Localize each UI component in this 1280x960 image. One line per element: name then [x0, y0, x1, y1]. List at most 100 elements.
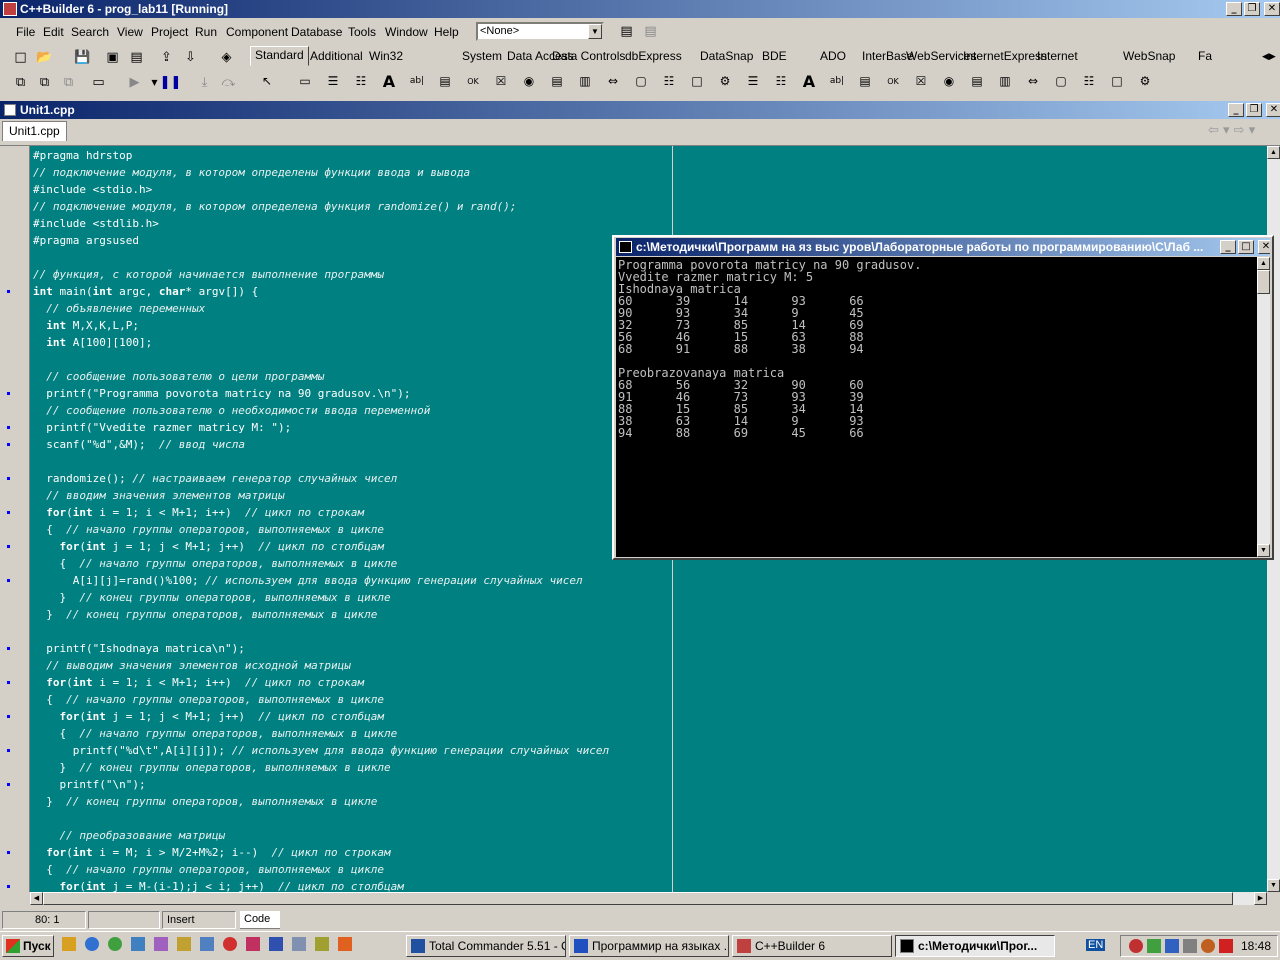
executable-line-marker[interactable] [7, 681, 10, 684]
trace-into-icon[interactable]: ⤓ [194, 72, 215, 92]
editor-restore-button[interactable]: ❐ [1246, 103, 1262, 117]
executable-line-marker[interactable] [7, 477, 10, 480]
memo-icon-2[interactable]: ▤ [854, 70, 876, 92]
popup-menu-icon[interactable]: ☷ [350, 70, 372, 92]
close-button[interactable]: ✕ [1264, 2, 1280, 16]
quicklaunch-icon-13[interactable] [338, 937, 352, 951]
save-desktop-icon[interactable]: ▤ [616, 21, 637, 41]
console-title-bar[interactable]: c:\Методички\Программ на яз выс уров\Лаб… [616, 238, 1270, 256]
tray-icon-1[interactable] [1129, 939, 1143, 953]
radiogroup-icon-2[interactable]: ☷ [1078, 70, 1100, 92]
executable-line-marker[interactable] [7, 443, 10, 446]
listbox-icon-2[interactable]: ▤ [966, 70, 988, 92]
menu-edit[interactable]: Edit [43, 25, 64, 39]
quicklaunch-icon-12[interactable] [315, 937, 329, 951]
tab-dbexpress[interactable]: dbExpress [625, 48, 682, 64]
executable-line-marker[interactable] [7, 647, 10, 650]
checkbox-icon-2[interactable]: ☒ [910, 70, 932, 92]
popup-menu-icon-2[interactable]: ☷ [770, 70, 792, 92]
label-icon[interactable]: A [378, 70, 400, 92]
tab-code[interactable]: Code [240, 911, 280, 929]
executable-line-marker[interactable] [7, 392, 10, 395]
menu-help[interactable]: Help [434, 25, 459, 39]
radiogroup-icon[interactable]: ☷ [658, 70, 680, 92]
groupbox-icon-2[interactable]: ▢ [1050, 70, 1072, 92]
tab-ado[interactable]: ADO [820, 48, 846, 64]
quicklaunch-icon-4[interactable] [131, 937, 145, 951]
scroll-up-icon[interactable]: ▲ [1267, 146, 1280, 159]
pointer-icon[interactable]: ↖ [256, 70, 278, 92]
quicklaunch-icon-6[interactable] [177, 937, 191, 951]
executable-line-marker[interactable] [7, 749, 10, 752]
taskbar-console[interactable]: c:\Методички\Прог... [895, 935, 1055, 957]
scrollbar-icon[interactable]: ⇔ [602, 70, 624, 92]
tab-internetexpress[interactable]: InternetExpress [963, 48, 1047, 64]
executable-line-marker[interactable] [7, 851, 10, 854]
edit-icon-2[interactable]: ab| [826, 70, 848, 92]
run-icon[interactable]: ▶ [124, 72, 145, 92]
label-icon-2[interactable]: A [798, 70, 820, 92]
tab-websnap[interactable]: WebSnap [1123, 48, 1175, 64]
combobox-icon-2[interactable]: ▥ [994, 70, 1016, 92]
menu-tools[interactable]: Tools [348, 25, 376, 39]
taskbar-word-document[interactable]: Программир на языках ... [569, 935, 729, 957]
save-icon[interactable]: 💾 [72, 47, 93, 67]
desktop-combo[interactable]: <None> ▼ [476, 22, 604, 41]
radio-icon-2[interactable]: ◉ [938, 70, 960, 92]
chevron-down-icon[interactable]: ▼ [588, 24, 602, 39]
editor-minimize-button[interactable]: _ [1228, 103, 1244, 117]
menu-search[interactable]: Search [71, 25, 109, 39]
tray-icon-2[interactable] [1147, 939, 1161, 953]
tray-icon-3[interactable] [1165, 939, 1179, 953]
tab-internet[interactable]: Internet [1037, 48, 1078, 64]
scroll-left-icon[interactable]: ◀ [30, 892, 43, 905]
hscroll-thumb[interactable] [43, 892, 1233, 905]
executable-line-marker[interactable] [7, 783, 10, 786]
toggle-form-unit-icon[interactable]: ⧉ [58, 72, 79, 92]
main-menu-icon[interactable]: ☰ [322, 70, 344, 92]
scrollbar-icon-2[interactable]: ⇔ [1022, 70, 1044, 92]
start-button[interactable]: Пуск [2, 935, 54, 957]
console-scrollbar[interactable]: ▲ ▼ [1257, 257, 1270, 557]
combobox-icon[interactable]: ▥ [574, 70, 596, 92]
menu-window[interactable]: Window [385, 25, 428, 39]
groupbox-icon[interactable]: ▢ [630, 70, 652, 92]
console-output-area[interactable]: Programma povorota matricy na 90 graduso… [616, 257, 1257, 557]
minimize-button[interactable]: _ [1226, 2, 1242, 16]
opera-icon[interactable] [223, 937, 237, 951]
tab-data-controls[interactable]: Data Controls [552, 48, 625, 64]
view-form-icon[interactable]: ⧉ [34, 72, 55, 92]
tab-system[interactable]: System [462, 48, 502, 64]
save-all-icon[interactable]: ▣ [102, 47, 123, 67]
pause-icon[interactable]: ❚❚ [160, 72, 182, 92]
app-icon[interactable] [3, 2, 17, 16]
panel-icon[interactable]: □ [686, 70, 708, 92]
actionlist-icon[interactable]: ⚙ [714, 70, 736, 92]
tab-standard[interactable]: Standard [250, 46, 309, 66]
taskbar-cpp-builder[interactable]: C++Builder 6 [732, 935, 892, 957]
panel-icon-2[interactable]: □ [1106, 70, 1128, 92]
taskbar-total-commander[interactable]: Total Commander 5.51 - C... [406, 935, 566, 957]
console-close-button[interactable]: ✕ [1258, 240, 1270, 254]
menu-file[interactable]: File [16, 25, 35, 39]
tray-icon-6[interactable] [1219, 939, 1233, 953]
console-scroll-up-icon[interactable]: ▲ [1257, 257, 1270, 270]
console-minimize-button[interactable]: _ [1220, 240, 1236, 254]
editor-horizontal-scrollbar[interactable]: ◀ ▶ [30, 892, 1267, 905]
tab-bde[interactable]: BDE [762, 48, 787, 64]
help-icon[interactable]: ◈ [216, 47, 237, 67]
console-scroll-thumb[interactable] [1257, 270, 1270, 294]
step-over-icon[interactable]: ⤼ [218, 72, 239, 92]
menu-project[interactable]: Project [151, 25, 188, 39]
console-maximize-button[interactable]: □ [1238, 240, 1254, 254]
view-unit-icon[interactable]: ⧉ [10, 72, 31, 92]
main-menu-icon-2[interactable]: ☰ [742, 70, 764, 92]
listbox-icon[interactable]: ▤ [546, 70, 568, 92]
menu-component[interactable]: Component [226, 25, 288, 39]
executable-line-marker[interactable] [7, 545, 10, 548]
executable-line-marker[interactable] [7, 885, 10, 888]
checkbox-icon[interactable]: ☒ [490, 70, 512, 92]
console-window[interactable]: c:\Методички\Программ на яз выс уров\Лаб… [612, 235, 1274, 560]
editor-gutter[interactable] [0, 146, 30, 892]
open-icon[interactable]: 📂 [34, 47, 55, 67]
